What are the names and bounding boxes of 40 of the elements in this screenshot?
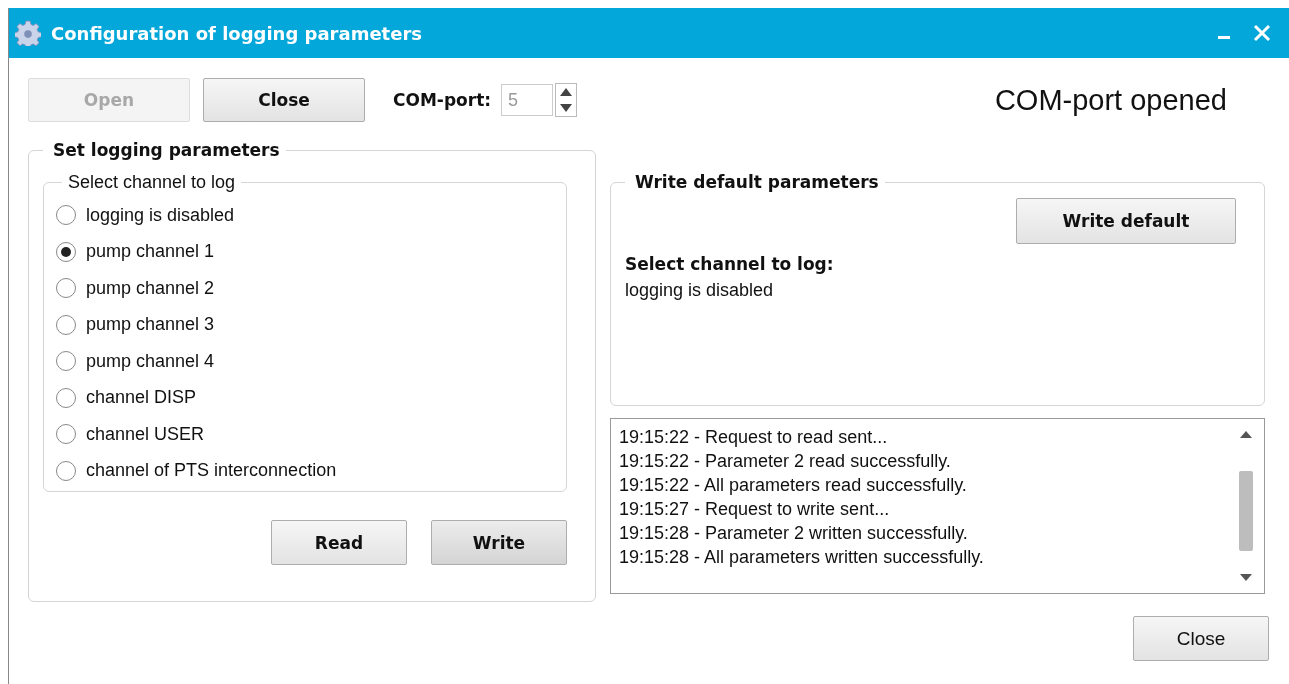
radio-icon[interactable] <box>56 241 76 262</box>
radio-icon[interactable] <box>56 387 76 408</box>
status-text: COM-port opened <box>994 83 1227 117</box>
log-line: 19:15:22 - Request to read sent... <box>619 426 889 449</box>
group-title: Write default parameters <box>634 172 880 192</box>
radio-icon[interactable] <box>56 460 76 481</box>
radio-option[interactable]: pump channel 3 <box>56 306 556 343</box>
radio-option[interactable]: pump channel 1 <box>56 233 556 270</box>
group-title: Set logging parameters <box>52 140 281 160</box>
radio-option[interactable]: pump channel 4 <box>56 343 556 380</box>
action-button[interactable]: Read <box>271 520 407 565</box>
group-title: Select channel to log <box>67 172 237 193</box>
radio-option[interactable]: channel DISP <box>56 379 556 416</box>
action-button[interactable]: Write <box>431 520 567 565</box>
close-icon[interactable] <box>1253 24 1271 42</box>
log-line: 19:15:22 - Parameter 2 read successfully. <box>619 450 952 473</box>
radio-icon[interactable] <box>56 314 76 335</box>
com-port-label: COM-port: <box>393 90 492 110</box>
scroll-up-icon[interactable] <box>1238 429 1254 439</box>
scroll-thumb[interactable] <box>1239 471 1253 551</box>
log-line: 19:15:27 - Request to write sent... <box>619 498 891 521</box>
gear-icon <box>15 20 41 46</box>
log-line: 19:15:28 - All parameters written successfully. <box>619 546 985 569</box>
radio-option[interactable]: pump channel 2 <box>56 270 556 307</box>
radio-option[interactable]: logging is disabled <box>56 197 556 234</box>
radio-icon[interactable] <box>56 351 76 372</box>
toolbar-button[interactable]: Close <box>203 78 365 122</box>
radio-option[interactable]: channel of PTS interconnection <box>56 452 556 489</box>
log-line: 19:15:28 - Parameter 2 written successfully. <box>619 522 969 545</box>
channel-value: logging is disabled <box>625 280 775 301</box>
radio-icon[interactable] <box>56 205 76 226</box>
scroll-down-icon[interactable] <box>1238 573 1254 583</box>
channel-heading: Select channel to log: <box>625 254 835 274</box>
radio-option[interactable]: channel USER <box>56 416 556 453</box>
window-title: Configuration of logging parameters <box>51 22 423 44</box>
radio-icon[interactable] <box>56 278 76 299</box>
close-button[interactable]: Close <box>1133 616 1269 661</box>
write-default-button[interactable]: Write default <box>1016 198 1236 244</box>
log-line: 19:15:22 - All parameters read successfully. <box>619 474 968 497</box>
radio-icon[interactable] <box>56 424 76 445</box>
